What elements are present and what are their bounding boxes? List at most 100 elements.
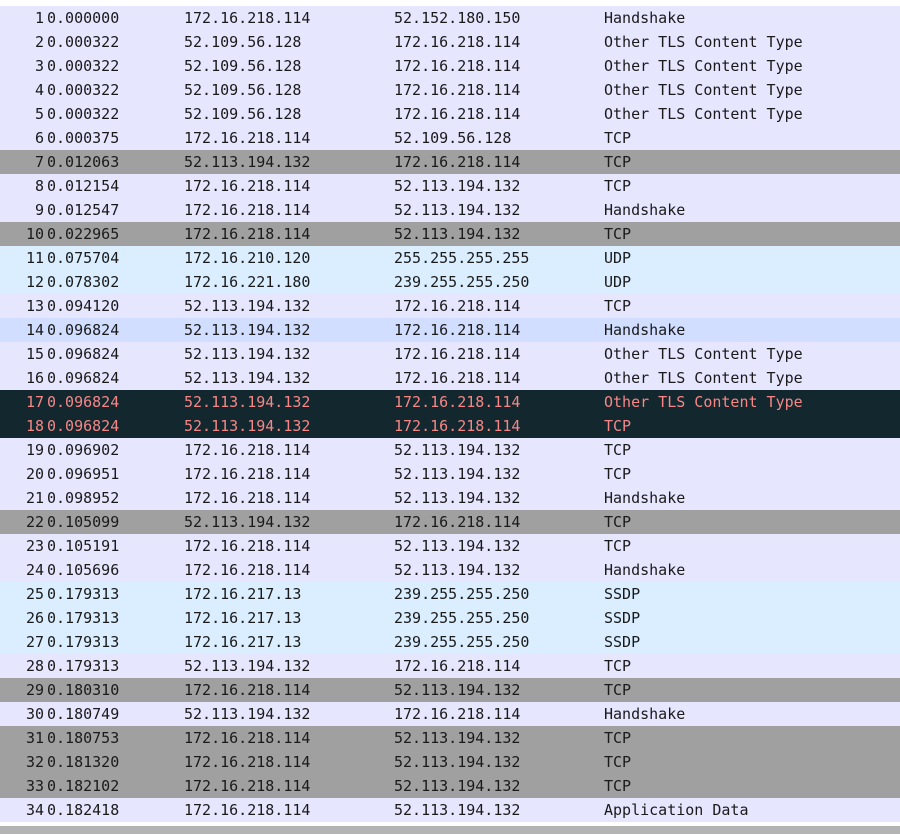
packet-source: 172.16.218.114 (184, 225, 311, 243)
packet-time: 0.000000 (47, 9, 120, 27)
packet-row[interactable]: 22 0.105099 52.113.194.132 172.16.218.11… (0, 510, 900, 534)
packet-row[interactable]: 16 0.096824 52.113.194.132 172.16.218.11… (0, 366, 900, 390)
packet-row[interactable]: 20 0.096951 172.16.218.114 52.113.194.13… (0, 462, 900, 486)
packet-row[interactable]: 1 0.000000 172.16.218.114 52.152.180.150… (0, 6, 900, 30)
packet-number: 6 (34, 129, 44, 147)
packet-info: UDP (604, 249, 632, 267)
packet-time: 0.012547 (47, 201, 120, 219)
packet-row[interactable]: 6 0.000375 172.16.218.114 52.109.56.128 … (0, 126, 900, 150)
packet-time: 0.181320 (47, 753, 120, 771)
packet-row[interactable]: 14 0.096824 52.113.194.132 172.16.218.11… (0, 318, 900, 342)
packet-row[interactable]: 5 0.000322 52.109.56.128 172.16.218.114 … (0, 102, 900, 126)
packet-time: 0.180310 (47, 681, 120, 699)
packet-row[interactable]: 27 0.179313 172.16.217.13 239.255.255.25… (0, 630, 900, 654)
packet-destination: 52.113.194.132 (394, 201, 521, 219)
packet-destination: 172.16.218.114 (394, 513, 521, 531)
packet-time: 0.105099 (47, 513, 120, 531)
packet-source: 172.16.218.114 (184, 537, 311, 555)
packet-row[interactable]: 3 0.000322 52.109.56.128 172.16.218.114 … (0, 54, 900, 78)
packet-destination: 172.16.218.114 (394, 417, 521, 435)
packet-row[interactable]: 25 0.179313 172.16.217.13 239.255.255.25… (0, 582, 900, 606)
packet-source: 172.16.218.114 (184, 201, 311, 219)
packet-source: 52.109.56.128 (184, 57, 302, 75)
packet-number: 2 (34, 33, 44, 51)
packet-number: 22 (25, 513, 44, 531)
packet-info: TCP (604, 225, 632, 243)
packet-row[interactable]: 23 0.105191 172.16.218.114 52.113.194.13… (0, 534, 900, 558)
packet-time: 0.096824 (47, 345, 120, 363)
packet-source: 52.113.194.132 (184, 345, 311, 363)
packet-number: 33 (25, 777, 44, 795)
packet-source: 172.16.217.13 (184, 609, 302, 627)
packet-destination: 172.16.218.114 (394, 33, 521, 51)
packet-info: TCP (604, 777, 632, 795)
packet-time: 0.000322 (47, 81, 120, 99)
packet-destination: 172.16.218.114 (394, 321, 521, 339)
packet-destination: 172.16.218.114 (394, 105, 521, 123)
packet-row[interactable]: 21 0.098952 172.16.218.114 52.113.194.13… (0, 486, 900, 510)
packet-number: 27 (25, 633, 44, 651)
packet-source: 52.113.194.132 (184, 297, 311, 315)
packet-time: 0.180749 (47, 705, 120, 723)
packet-row[interactable]: 29 0.180310 172.16.218.114 52.113.194.13… (0, 678, 900, 702)
packet-row[interactable]: 13 0.094120 52.113.194.132 172.16.218.11… (0, 294, 900, 318)
packet-time: 0.000375 (47, 129, 120, 147)
packet-row[interactable]: 32 0.181320 172.16.218.114 52.113.194.13… (0, 750, 900, 774)
packet-time: 0.094120 (47, 297, 120, 315)
packet-destination: 255.255.255.255 (394, 249, 530, 267)
packet-number: 15 (25, 345, 44, 363)
horizontal-scrollbar[interactable] (0, 826, 900, 834)
packet-destination: 239.255.255.250 (394, 273, 530, 291)
packet-row[interactable]: 19 0.096902 172.16.218.114 52.113.194.13… (0, 438, 900, 462)
packet-row[interactable]: 34 0.182418 172.16.218.114 52.113.194.13… (0, 798, 900, 822)
packet-row[interactable]: 33 0.182102 172.16.218.114 52.113.194.13… (0, 774, 900, 798)
packet-info: TCP (604, 417, 632, 435)
packet-info: Other TLS Content Type (604, 393, 803, 411)
packet-number: 18 (25, 417, 44, 435)
packet-destination: 52.113.194.132 (394, 441, 521, 459)
packet-destination: 172.16.218.114 (394, 657, 521, 675)
packet-row[interactable]: 11 0.075704 172.16.210.120 255.255.255.2… (0, 246, 900, 270)
packet-row[interactable]: 4 0.000322 52.109.56.128 172.16.218.114 … (0, 78, 900, 102)
packet-list[interactable]: 1 0.000000 172.16.218.114 52.152.180.150… (0, 0, 900, 834)
packet-row[interactable]: 12 0.078302 172.16.221.180 239.255.255.2… (0, 270, 900, 294)
packet-number: 26 (25, 609, 44, 627)
packet-info: Handshake (604, 489, 686, 507)
packet-info: Handshake (604, 321, 686, 339)
packet-row[interactable]: 7 0.012063 52.113.194.132 172.16.218.114… (0, 150, 900, 174)
packet-row[interactable]: 15 0.096824 52.113.194.132 172.16.218.11… (0, 342, 900, 366)
packet-info: Handshake (604, 705, 686, 723)
packet-info: Other TLS Content Type (604, 369, 803, 387)
packet-row[interactable]: 31 0.180753 172.16.218.114 52.113.194.13… (0, 726, 900, 750)
packet-info: TCP (604, 681, 632, 699)
packet-number: 19 (25, 441, 44, 459)
packet-number: 12 (25, 273, 44, 291)
packet-number: 17 (25, 393, 44, 411)
packet-source: 52.113.194.132 (184, 393, 311, 411)
packet-time: 0.098952 (47, 489, 120, 507)
packet-row[interactable]: 10 0.022965 172.16.218.114 52.113.194.13… (0, 222, 900, 246)
packet-row[interactable]: 24 0.105696 172.16.218.114 52.113.194.13… (0, 558, 900, 582)
packet-row[interactable]: 17 0.096824 52.113.194.132 172.16.218.11… (0, 390, 900, 414)
packet-time: 0.022965 (47, 225, 120, 243)
packet-info: Other TLS Content Type (604, 57, 803, 75)
packet-time: 0.078302 (47, 273, 120, 291)
packet-destination: 52.113.194.132 (394, 177, 521, 195)
packet-destination: 52.113.194.132 (394, 561, 521, 579)
packet-number: 23 (25, 537, 44, 555)
packet-source: 52.113.194.132 (184, 321, 311, 339)
packet-number: 11 (25, 249, 44, 267)
packet-source: 52.113.194.132 (184, 417, 311, 435)
packet-row[interactable]: 2 0.000322 52.109.56.128 172.16.218.114 … (0, 30, 900, 54)
packet-row[interactable]: 26 0.179313 172.16.217.13 239.255.255.25… (0, 606, 900, 630)
packet-row[interactable]: 30 0.180749 52.113.194.132 172.16.218.11… (0, 702, 900, 726)
packet-destination: 172.16.218.114 (394, 393, 521, 411)
packet-info: TCP (604, 729, 632, 747)
packet-row[interactable]: 28 0.179313 52.113.194.132 172.16.218.11… (0, 654, 900, 678)
packet-row[interactable]: 18 0.096824 52.113.194.132 172.16.218.11… (0, 414, 900, 438)
packet-destination: 52.113.194.132 (394, 777, 521, 795)
packet-destination: 52.109.56.128 (394, 129, 512, 147)
packet-row[interactable]: 8 0.012154 172.16.218.114 52.113.194.132… (0, 174, 900, 198)
packet-number: 16 (25, 369, 44, 387)
packet-row[interactable]: 9 0.012547 172.16.218.114 52.113.194.132… (0, 198, 900, 222)
